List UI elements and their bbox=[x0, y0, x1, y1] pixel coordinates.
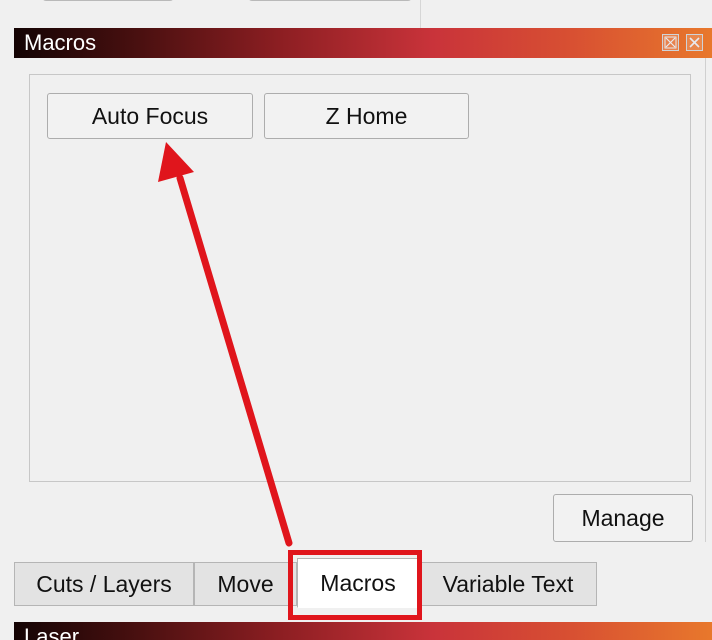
float-icon[interactable] bbox=[662, 34, 679, 51]
macros-dock-titlebar[interactable]: Macros bbox=[14, 28, 712, 58]
auto-focus-button[interactable]: Auto Focus bbox=[47, 93, 253, 139]
close-icon[interactable] bbox=[686, 34, 703, 51]
tab-move[interactable]: Move bbox=[194, 562, 297, 606]
tab-variable-text[interactable]: Variable Text bbox=[419, 562, 597, 606]
tab-macros[interactable]: Macros bbox=[297, 558, 419, 608]
manage-button[interactable]: Manage bbox=[553, 494, 693, 542]
hidden-button-left[interactable] bbox=[42, 0, 174, 1]
top-panel-remnant bbox=[0, 0, 712, 28]
z-home-button[interactable]: Z Home bbox=[264, 93, 469, 139]
laser-dock-title: Laser bbox=[24, 624, 80, 640]
macro-buttons-area: Auto Focus Z Home bbox=[29, 74, 691, 482]
dock-title: Macros bbox=[24, 30, 97, 55]
hidden-button-right[interactable] bbox=[248, 0, 412, 1]
macros-panel: Auto Focus Z Home Manage bbox=[14, 58, 712, 542]
dock-tab-bar: Cuts / Layers Move Macros Variable Text bbox=[0, 542, 712, 622]
divider bbox=[420, 0, 421, 28]
tab-cuts-layers[interactable]: Cuts / Layers bbox=[14, 562, 194, 606]
laser-dock-titlebar[interactable]: Laser bbox=[14, 622, 712, 640]
